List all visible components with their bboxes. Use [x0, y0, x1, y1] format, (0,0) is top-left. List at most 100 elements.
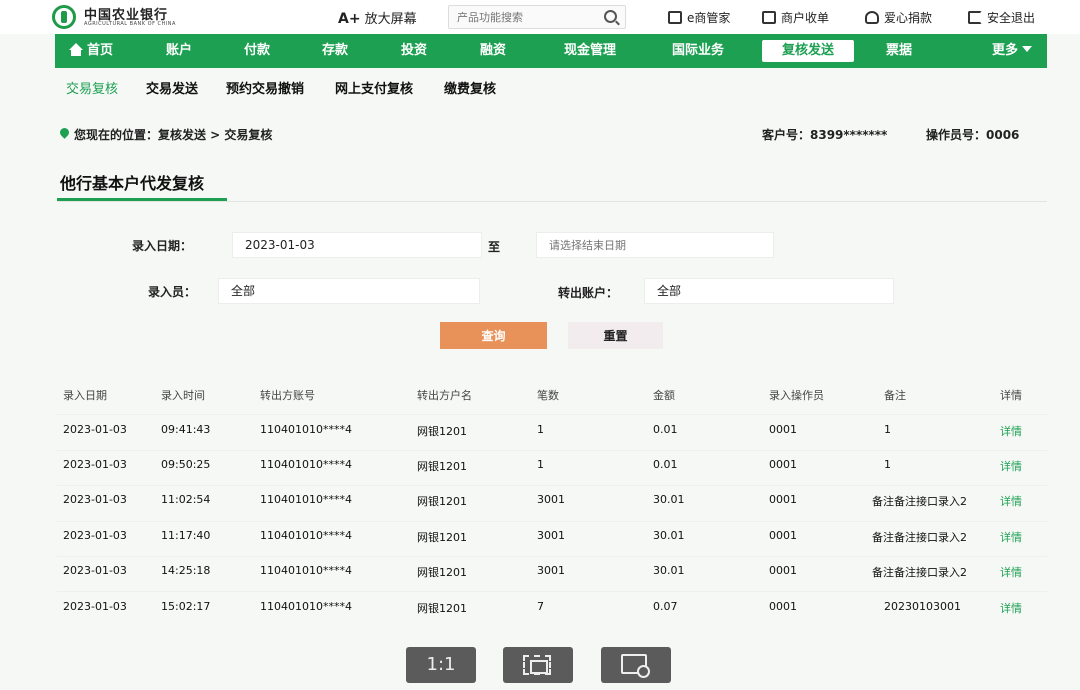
- detail-link[interactable]: 详情: [1000, 564, 1022, 580]
- cell-entry-time: 15:02:17: [161, 600, 211, 613]
- cell-entry-date: 2023-01-03: [63, 423, 127, 436]
- cell-count: 1: [537, 458, 544, 471]
- operator-number: 操作员号：0006: [926, 128, 1020, 142]
- cell-count: 3001: [537, 529, 565, 542]
- actual-size-button[interactable]: 1:1: [406, 647, 476, 683]
- customer-number: 客户号：8399*******: [762, 128, 888, 142]
- row-divider: [57, 591, 1047, 592]
- nav-bills[interactable]: 票据: [875, 34, 923, 68]
- detail-link[interactable]: 详情: [1000, 600, 1022, 616]
- cell-entry-time: 09:50:25: [161, 458, 211, 471]
- product-search: [448, 5, 626, 29]
- secure-logout-link[interactable]: 安全退出: [968, 9, 1035, 26]
- row-divider: [57, 485, 1047, 486]
- entry-operator-select[interactable]: 全部: [218, 278, 480, 304]
- cell-entry-date: 2023-01-03: [63, 529, 127, 542]
- query-button[interactable]: 查询: [440, 322, 547, 349]
- cell-count: 3001: [537, 493, 565, 506]
- detail-link[interactable]: 详情: [1000, 493, 1022, 509]
- nav-review-send[interactable]: 复核发送: [762, 40, 854, 62]
- nav-home[interactable]: 首页: [65, 34, 117, 68]
- bank-logo[interactable]: 中国农业银行 AGRICULTURAL BANK OF CHINA: [52, 3, 212, 31]
- cell-amount: 0.01: [653, 423, 678, 436]
- cell-remark: 1: [884, 458, 891, 471]
- row-divider: [57, 556, 1047, 557]
- reset-button[interactable]: 重置: [568, 322, 663, 349]
- cell-entry-operator: 0001: [769, 600, 797, 613]
- out-account-label: 转出账户：: [558, 286, 619, 300]
- nav-financing[interactable]: 融资: [469, 34, 517, 68]
- phone-icon: [668, 11, 682, 24]
- product-search-input[interactable]: [449, 6, 597, 28]
- entry-date-start-input[interactable]: [232, 232, 482, 258]
- receipt-icon: [762, 11, 776, 24]
- main-nav: 首页 账户 付款 存款 投资 融资 现金管理 国际业务 复核发送 票据 更多: [55, 34, 1047, 68]
- col-out-account-name: 转出方户名: [417, 389, 472, 402]
- detail-link[interactable]: 详情: [1000, 423, 1022, 439]
- title-divider: [57, 201, 1047, 202]
- cell-remark: 20230103001: [884, 600, 961, 613]
- screenshot-export-button[interactable]: [601, 647, 671, 683]
- entry-operator-label: 录入员：: [148, 285, 197, 299]
- cell-count: 7: [537, 600, 544, 613]
- merchant-acquiring-label: 商户收单: [781, 11, 830, 25]
- cell-entry-date: 2023-01-03: [63, 600, 127, 613]
- cell-entry-time: 11:17:40: [161, 529, 211, 542]
- cell-out-account-name: 网银1201: [417, 425, 467, 438]
- cell-entry-time: 14:25:18: [161, 564, 211, 577]
- nav-home-label: 首页: [86, 43, 113, 58]
- charity-donation-label: 爱心捐款: [884, 11, 933, 25]
- nav-investment[interactable]: 投资: [390, 34, 438, 68]
- e-merchant-manager-label: e商管家: [687, 11, 731, 25]
- nav-deposit[interactable]: 存款: [311, 34, 359, 68]
- e-merchant-manager-link[interactable]: e商管家: [668, 9, 730, 26]
- row-divider: [57, 414, 1047, 415]
- entry-date-label: 录入日期：: [132, 239, 193, 253]
- nav-more[interactable]: 更多: [985, 34, 1039, 68]
- font-plus-icon: A+: [338, 11, 361, 27]
- cell-count: 3001: [537, 564, 565, 577]
- cell-amount: 0.01: [653, 458, 678, 471]
- enlarge-screen-toggle[interactable]: A+ 放大屏幕: [338, 8, 417, 27]
- subnav-transaction-send[interactable]: 交易发送: [146, 78, 198, 97]
- enlarge-screen-label: 放大屏幕: [364, 12, 417, 27]
- cell-amount: 30.01: [653, 564, 685, 577]
- merchant-acquiring-link[interactable]: 商户收单: [762, 9, 829, 26]
- subnav-online-payment-review[interactable]: 网上支付复核: [335, 78, 413, 97]
- cell-amount: 30.01: [653, 529, 685, 542]
- col-count: 笔数: [537, 389, 559, 402]
- charity-donation-link[interactable]: 爱心捐款: [865, 9, 932, 26]
- col-remark: 备注: [884, 389, 906, 402]
- cell-entry-operator: 0001: [769, 564, 797, 577]
- fit-screen-button[interactable]: [503, 647, 573, 683]
- nav-payment[interactable]: 付款: [233, 34, 281, 68]
- row-divider: [57, 521, 1047, 522]
- subnav-transaction-review[interactable]: 交易复核: [66, 78, 118, 97]
- col-detail: 详情: [1000, 389, 1022, 402]
- screen-export-icon: [621, 654, 650, 678]
- search-icon[interactable]: [604, 10, 617, 23]
- subnav-scheduled-cancel[interactable]: 预约交易撤销: [226, 78, 304, 97]
- cell-remark: 备注备注接口录入2: [872, 495, 967, 508]
- cell-out-account: 110401010****4: [260, 564, 352, 577]
- subnav-fee-payment-review[interactable]: 缴费复核: [444, 78, 496, 97]
- out-account-select[interactable]: 全部: [644, 278, 894, 304]
- cell-out-account-name: 网银1201: [417, 495, 467, 508]
- detail-link[interactable]: 详情: [1000, 458, 1022, 474]
- entry-date-end-input[interactable]: [536, 232, 774, 258]
- nav-cash-management[interactable]: 现金管理: [550, 34, 630, 68]
- location-row: 您现在的位置：复核发送 > 交易复核 客户号：8399******* 操作员号：…: [0, 124, 1080, 146]
- cell-remark: 备注备注接口录入2: [872, 566, 967, 579]
- cell-out-account-name: 网银1201: [417, 460, 467, 473]
- col-entry-date: 录入日期: [63, 389, 107, 402]
- chevron-down-icon: [1022, 46, 1032, 52]
- nav-account[interactable]: 账户: [155, 34, 203, 68]
- bank-logo-english: AGRICULTURAL BANK OF CHINA: [84, 21, 176, 27]
- cell-out-account: 110401010****4: [260, 600, 352, 613]
- nav-international-business[interactable]: 国际业务: [658, 34, 738, 68]
- cell-entry-operator: 0001: [769, 423, 797, 436]
- detail-link[interactable]: 详情: [1000, 529, 1022, 545]
- cell-out-account: 110401010****4: [260, 423, 352, 436]
- cell-amount: 0.07: [653, 600, 678, 613]
- cell-out-account: 110401010****4: [260, 458, 352, 471]
